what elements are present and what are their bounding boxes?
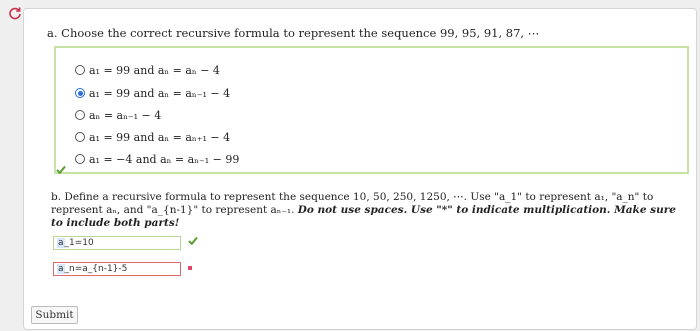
incorrect-marker-icon xyxy=(188,266,192,270)
choice-option-3[interactable]: aₙ = aₙ₋₁ − 4 xyxy=(75,107,161,123)
answer-input-1[interactable]: a_1=10 xyxy=(53,236,181,250)
input-prefix: a xyxy=(57,264,65,274)
input-prefix: a xyxy=(57,238,65,248)
choice-label: a₁ = 99 and aₙ = aₙ₋₁ − 4 xyxy=(89,86,231,100)
choice-label: a₁ = 99 and aₙ = aₙ − 4 xyxy=(89,63,220,77)
correct-check-icon xyxy=(56,165,66,174)
choice-option-5[interactable]: a₁ = −4 and aₙ = aₙ₋₁ − 99 xyxy=(75,151,239,167)
choice-option-2[interactable]: a₁ = 99 and aₙ = aₙ₋₁ − 4 xyxy=(75,85,230,101)
reload-icon[interactable] xyxy=(8,6,22,20)
input-value: _n=a_{n-1}-5 xyxy=(64,264,128,274)
radio-button[interactable] xyxy=(75,65,85,75)
part-a-prompt: a. Choose the correct recursive formula … xyxy=(47,26,540,40)
radio-button-selected[interactable] xyxy=(75,88,85,98)
answer-input-2[interactable]: a_n=a_{n-1}-5 xyxy=(53,262,181,276)
input-value: _1=10 xyxy=(64,238,94,248)
choice-label: a₁ = −4 and aₙ = aₙ₋₁ − 99 xyxy=(89,152,240,166)
radio-button[interactable] xyxy=(75,110,85,120)
radio-button[interactable] xyxy=(75,132,85,142)
radio-button[interactable] xyxy=(75,154,85,164)
part-b-prompt: b. Define a recursive formula to represe… xyxy=(51,191,681,230)
choice-option-1[interactable]: a₁ = 99 and aₙ = aₙ − 4 xyxy=(75,62,220,78)
submit-button[interactable]: Submit xyxy=(31,306,78,324)
choice-option-4[interactable]: a₁ = 99 and aₙ = aₙ₊₁ − 4 xyxy=(75,129,230,145)
correct-check-icon xyxy=(188,236,198,245)
choice-label: a₁ = 99 and aₙ = aₙ₊₁ − 4 xyxy=(89,130,231,144)
choice-label: aₙ = aₙ₋₁ − 4 xyxy=(89,108,162,122)
